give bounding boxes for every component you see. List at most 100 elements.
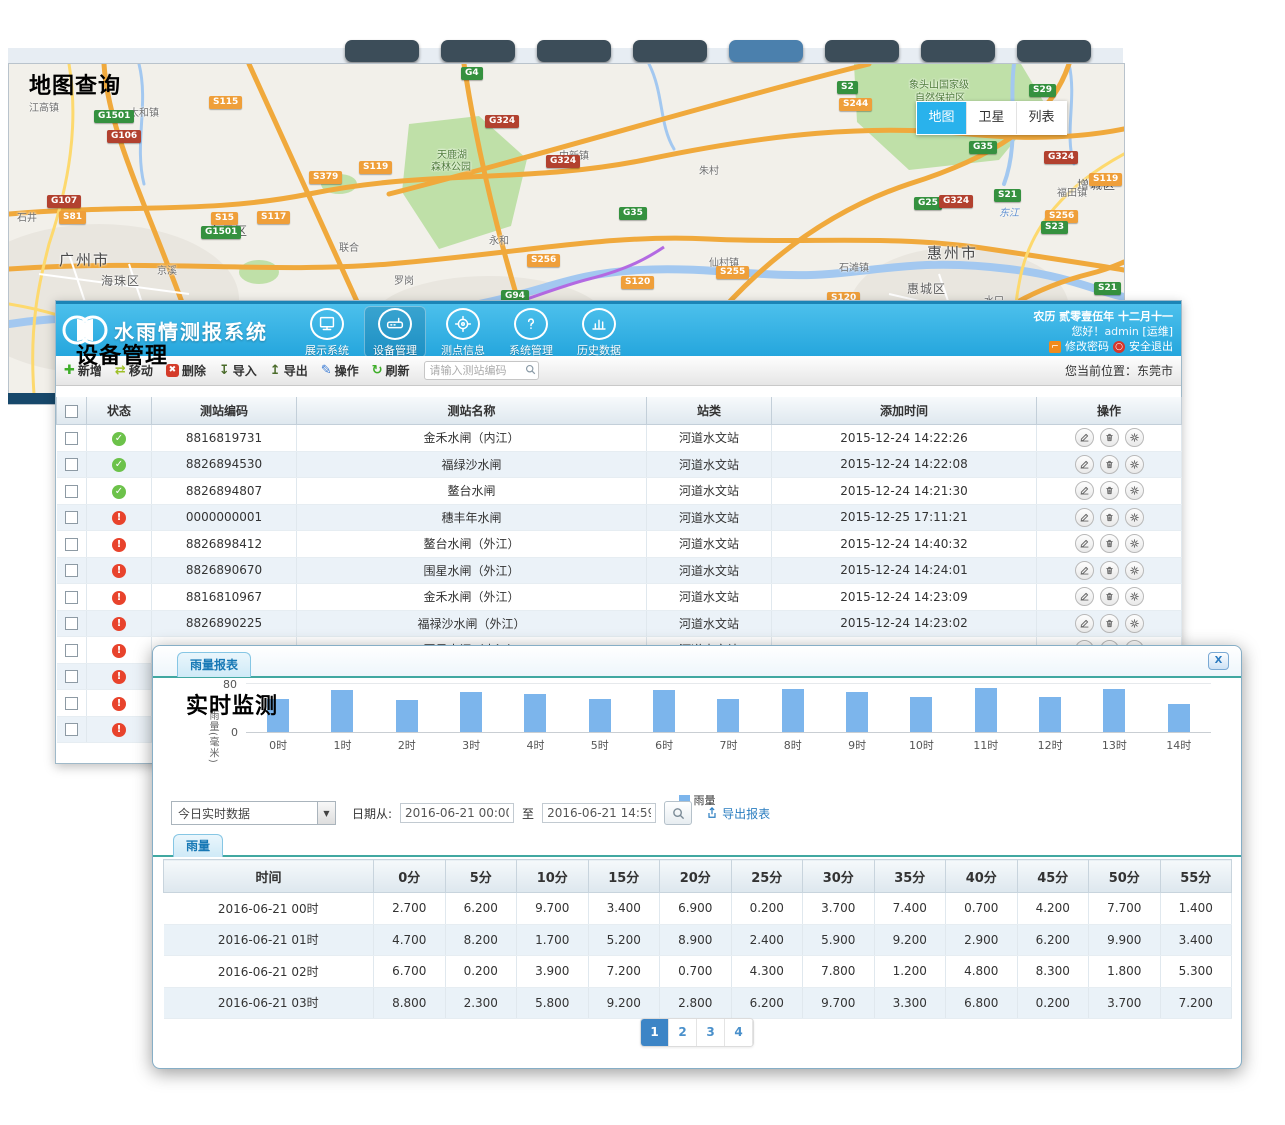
settings-button[interactable] xyxy=(1125,508,1144,527)
delete-button[interactable] xyxy=(1100,561,1119,580)
rain-bar[interactable] xyxy=(910,697,932,732)
settings-button[interactable] xyxy=(1125,481,1144,500)
row-operations xyxy=(1075,614,1144,633)
nav-device[interactable]: 设备管理 xyxy=(364,306,426,358)
row-checkbox[interactable] xyxy=(65,538,78,551)
report-value: 4.300 xyxy=(731,956,803,988)
map-view-button[interactable]: 卫星 xyxy=(967,102,1017,134)
row-checkbox[interactable] xyxy=(65,485,78,498)
rain-bar[interactable] xyxy=(1039,697,1061,732)
background-tab[interactable] xyxy=(1017,40,1091,62)
edit-button[interactable] xyxy=(1075,428,1094,447)
nav-chart[interactable]: 历史数据 xyxy=(568,306,630,358)
data-type-select[interactable]: 今日实时数据 ▼ xyxy=(171,801,336,825)
row-checkbox[interactable] xyxy=(65,697,78,710)
toolbar-op-button[interactable]: ✎操作 xyxy=(321,362,359,379)
date-from-input[interactable] xyxy=(400,803,514,823)
date-to-input[interactable] xyxy=(542,803,656,823)
background-tab[interactable] xyxy=(825,40,899,62)
toolbar-exp-button[interactable]: ↥导出 xyxy=(270,362,308,379)
nav-question[interactable]: 系统管理 xyxy=(500,306,562,358)
nav-target[interactable]: 测点信息 xyxy=(432,306,494,358)
row-checkbox[interactable] xyxy=(65,670,78,683)
background-tab[interactable] xyxy=(441,40,515,62)
page-2[interactable]: 2 xyxy=(669,1019,697,1046)
greeting: 您好！admin [运维] xyxy=(1033,324,1173,339)
row-checkbox[interactable] xyxy=(65,644,78,657)
rain-bar[interactable] xyxy=(460,692,482,732)
page-1[interactable]: 1 xyxy=(641,1019,669,1046)
background-tab[interactable] xyxy=(729,40,803,62)
edit-button[interactable] xyxy=(1075,561,1094,580)
report-value: 9.200 xyxy=(874,924,946,956)
x-tick-label: 8时 xyxy=(761,737,825,753)
settings-button[interactable] xyxy=(1125,587,1144,606)
device-header: 水雨情测报系统 展示系统设备管理测点信息系统管理历史数据 农历 贰零壹伍年 十二… xyxy=(56,301,1181,356)
toolbar-ref-button[interactable]: ↻刷新 xyxy=(372,362,410,379)
change-password-link[interactable]: 修改密码 xyxy=(1065,339,1109,354)
background-tab[interactable] xyxy=(633,40,707,62)
delete-button[interactable] xyxy=(1100,614,1119,633)
edit-button[interactable] xyxy=(1075,455,1094,474)
row-checkbox[interactable] xyxy=(65,511,78,524)
rain-bar[interactable] xyxy=(331,690,353,732)
background-tab[interactable] xyxy=(537,40,611,62)
rain-bar[interactable] xyxy=(782,689,804,732)
rain-bar[interactable] xyxy=(975,688,997,732)
edit-button[interactable] xyxy=(1075,481,1094,500)
rain-bar[interactable] xyxy=(846,692,868,732)
nav-monitor[interactable]: 展示系统 xyxy=(296,306,358,358)
station-type: 河道水文站 xyxy=(647,584,772,611)
row-checkbox[interactable] xyxy=(65,617,78,630)
settings-button[interactable] xyxy=(1125,534,1144,553)
chart-bars: 0时1时2时3时4时5时6时7时8时9时10时11时12时13时14时 xyxy=(246,683,1211,732)
background-tab[interactable] xyxy=(921,40,995,62)
row-checkbox[interactable] xyxy=(65,591,78,604)
col-name: 测站名称 xyxy=(297,397,647,425)
rain-bar[interactable] xyxy=(653,690,675,732)
edit-button[interactable] xyxy=(1075,587,1094,606)
row-checkbox[interactable] xyxy=(65,432,78,445)
page-3[interactable]: 3 xyxy=(697,1019,725,1046)
settings-button[interactable] xyxy=(1125,455,1144,474)
row-checkbox[interactable] xyxy=(65,723,78,736)
toolbar-imp-button[interactable]: ↧导入 xyxy=(219,362,257,379)
delete-button[interactable] xyxy=(1100,428,1119,447)
rain-bar[interactable] xyxy=(524,694,546,732)
map-view-button[interactable]: 地图 xyxy=(917,102,967,134)
edit-button[interactable] xyxy=(1075,508,1094,527)
delete-button[interactable] xyxy=(1100,587,1119,606)
tab-rain-report[interactable]: 雨量报表 xyxy=(177,652,251,677)
export-icon xyxy=(706,807,718,819)
delete-button[interactable] xyxy=(1100,481,1119,500)
toolbar-del-button[interactable]: ✖删除 xyxy=(166,362,206,379)
select-all-checkbox[interactable] xyxy=(65,405,78,418)
export-report-link[interactable]: 导出报表 xyxy=(706,805,770,822)
rain-bar[interactable] xyxy=(396,700,418,732)
cell-checkbox xyxy=(57,716,87,743)
background-tab[interactable] xyxy=(345,40,419,62)
delete-button[interactable] xyxy=(1100,534,1119,553)
station-search-input[interactable] xyxy=(424,361,539,380)
settings-button[interactable] xyxy=(1125,614,1144,633)
rain-bar[interactable] xyxy=(1103,689,1125,732)
row-checkbox[interactable] xyxy=(65,564,78,577)
row-checkbox[interactable] xyxy=(65,458,78,471)
map-view-button[interactable]: 列表 xyxy=(1017,102,1066,134)
logout-link[interactable]: 安全退出 xyxy=(1129,339,1173,354)
delete-button[interactable] xyxy=(1100,508,1119,527)
edit-button[interactable] xyxy=(1075,534,1094,553)
search-button[interactable] xyxy=(664,801,692,825)
edit-button[interactable] xyxy=(1075,614,1094,633)
rain-bar[interactable] xyxy=(717,699,739,732)
rain-bar[interactable] xyxy=(1168,704,1190,732)
settings-button[interactable] xyxy=(1125,561,1144,580)
tab-rain[interactable]: 雨量 xyxy=(173,834,223,857)
close-button[interactable]: X xyxy=(1208,652,1229,670)
page-4[interactable]: 4 xyxy=(725,1019,753,1046)
settings-button[interactable] xyxy=(1125,428,1144,447)
delete-button[interactable] xyxy=(1100,455,1119,474)
col-status: 状态 xyxy=(87,397,152,425)
rain-bar[interactable] xyxy=(589,699,611,732)
status-error-icon: ! xyxy=(112,591,126,605)
